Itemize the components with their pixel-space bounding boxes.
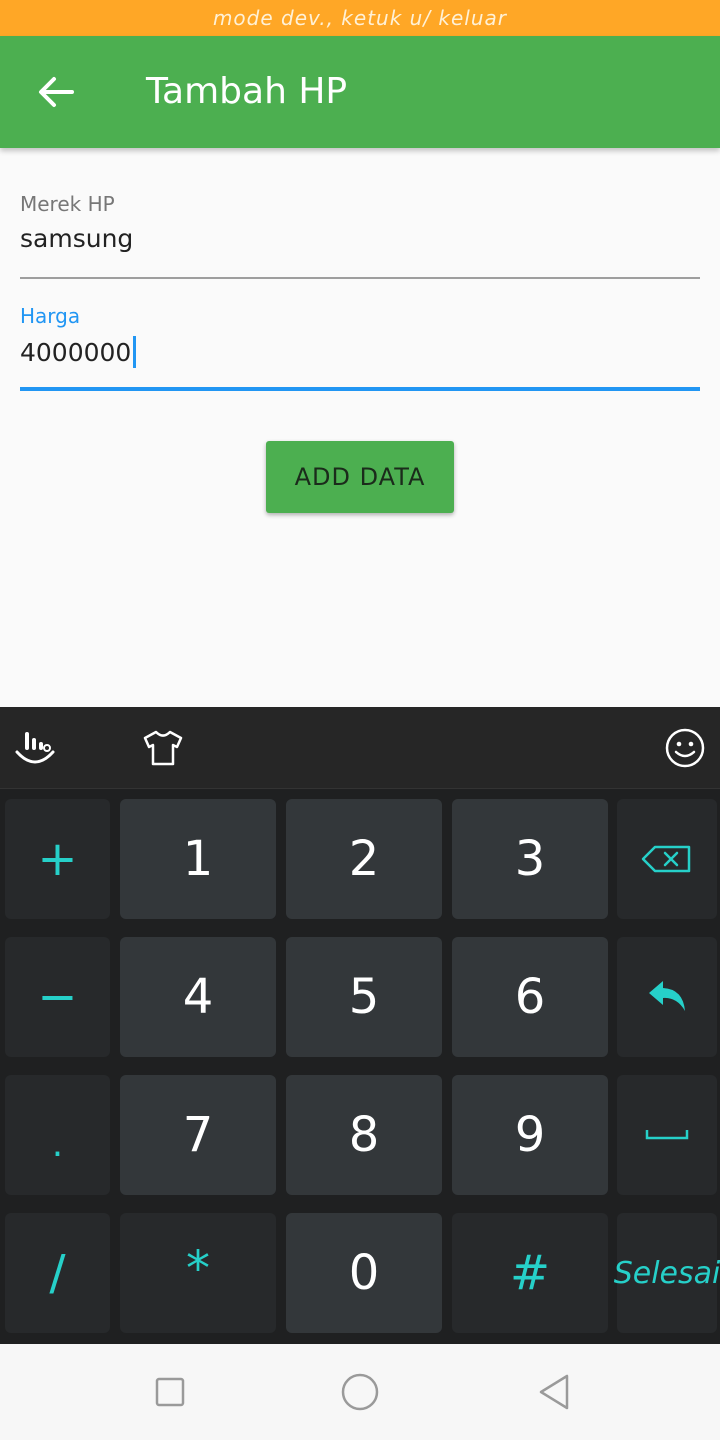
key-2[interactable]: 2 (286, 799, 442, 919)
price-label: Harga (20, 304, 81, 328)
emoji-icon[interactable] (662, 725, 708, 771)
arrow-back-icon (39, 77, 74, 107)
key-6[interactable]: 6 (452, 937, 608, 1057)
brand-field[interactable]: Merek HP samsung (20, 192, 700, 280)
back-icon (539, 1374, 569, 1410)
brand-input[interactable]: samsung (20, 224, 700, 253)
home-icon (341, 1373, 379, 1411)
key-star[interactable]: * (120, 1213, 276, 1333)
key-slash[interactable]: / (5, 1213, 110, 1333)
backspace-key[interactable] (617, 799, 717, 919)
key-7[interactable]: 7 (120, 1075, 276, 1195)
brand-underline (20, 277, 700, 279)
key-1[interactable]: 1 (120, 799, 276, 919)
status-bar[interactable]: mode dev., ketuk u/ keluar (0, 0, 720, 36)
key-dot[interactable]: . (5, 1075, 110, 1195)
add-data-button[interactable]: ADD DATA (266, 441, 454, 513)
key-minus[interactable]: − (5, 937, 110, 1057)
price-value: 4000000 (20, 337, 132, 367)
brand-label: Merek HP (20, 192, 115, 216)
key-5[interactable]: 5 (286, 937, 442, 1057)
recents-icon (155, 1377, 185, 1407)
price-input[interactable]: 4000000 (20, 336, 700, 368)
price-underline (20, 387, 700, 391)
key-3[interactable]: 3 (452, 799, 608, 919)
key-4[interactable]: 4 (120, 937, 276, 1057)
enter-arrow-icon (649, 981, 685, 1011)
done-key[interactable]: Selesai (614, 1213, 720, 1333)
brand-value: samsung (20, 224, 134, 253)
navigation-bar (0, 1344, 720, 1440)
numeric-keyboard: + 1 2 3 − 4 5 6 . 7 8 9 / * 0 # Selesai (0, 789, 720, 1344)
page-title: Tambah HP (146, 71, 348, 112)
keyboard-logo-icon[interactable] (12, 725, 58, 771)
theme-shirt-icon[interactable] (140, 725, 186, 771)
dev-mode-text[interactable]: mode dev., ketuk u/ keluar (213, 6, 507, 30)
home-button[interactable] (336, 1368, 384, 1416)
app-bar: Tambah HP (0, 36, 720, 148)
recents-button[interactable] (146, 1368, 194, 1416)
key-hash[interactable]: # (452, 1213, 608, 1333)
text-cursor (133, 336, 137, 368)
back-nav-button[interactable] (530, 1368, 578, 1416)
price-field[interactable]: Harga 4000000 (20, 304, 700, 392)
key-0[interactable]: 0 (286, 1213, 442, 1333)
key-plus[interactable]: + (5, 799, 110, 919)
back-button[interactable] (26, 62, 86, 122)
backspace-icon (641, 845, 691, 873)
keyboard-toolbar (0, 707, 720, 789)
space-icon (645, 1130, 689, 1140)
enter-key[interactable] (617, 937, 717, 1057)
key-9[interactable]: 9 (452, 1075, 608, 1195)
space-key[interactable] (617, 1075, 717, 1195)
key-8[interactable]: 8 (286, 1075, 442, 1195)
